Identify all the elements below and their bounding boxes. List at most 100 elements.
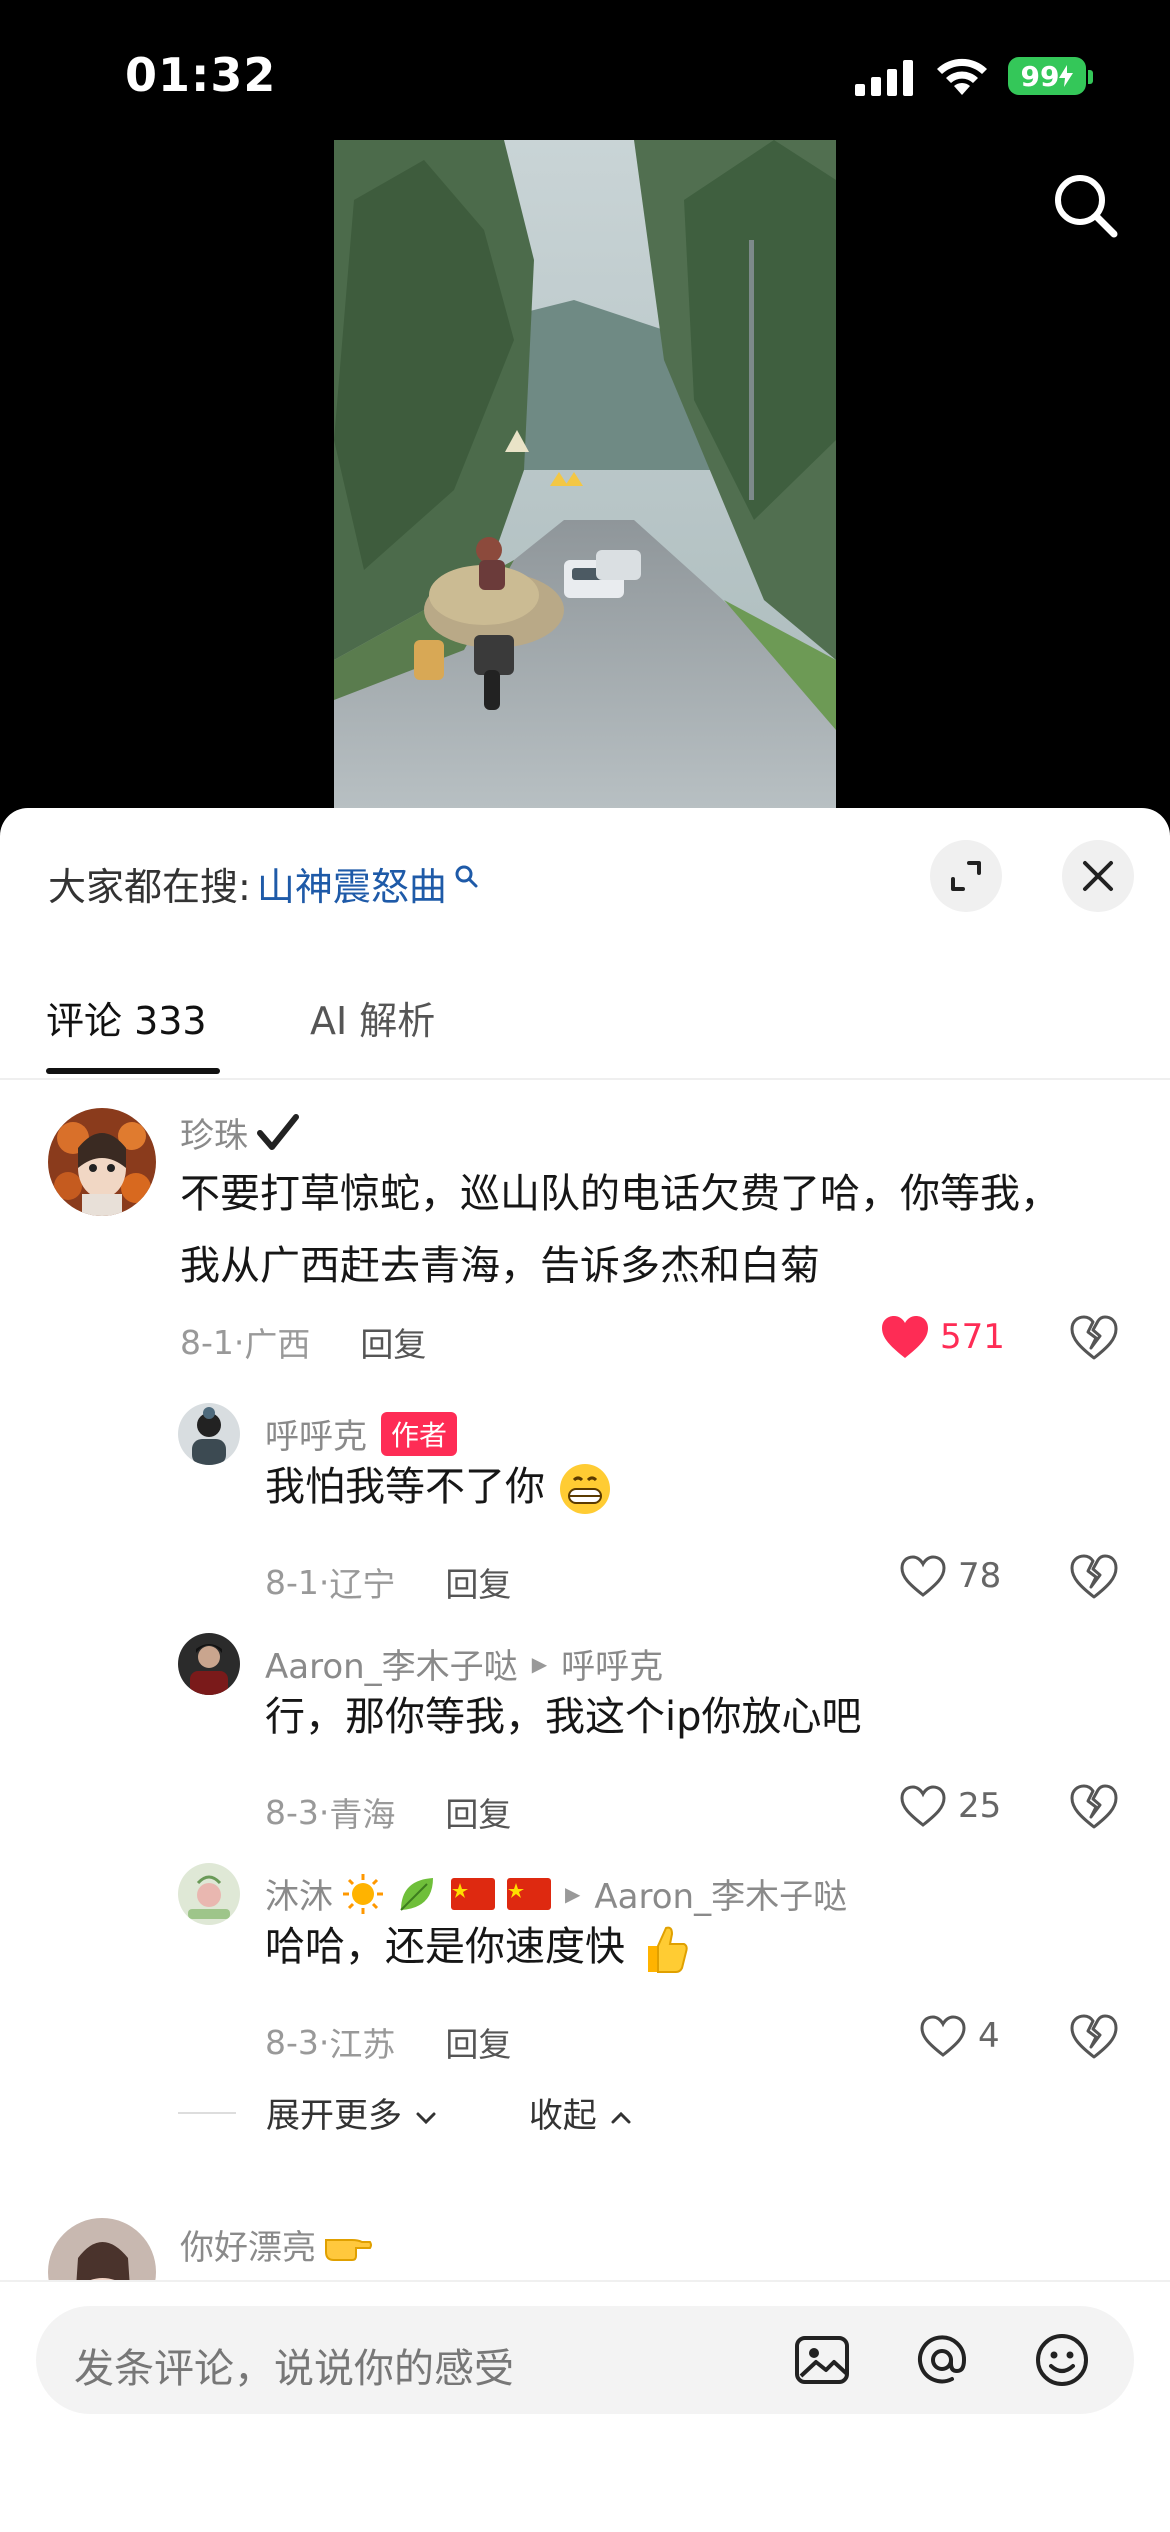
comment-sheet: 大家都在搜: 山神震怒曲 评论 333 AI 解析 珍珠 不要打草惊蛇，巡山队的… bbox=[0, 808, 1170, 2532]
reply-button[interactable]: 回复 bbox=[360, 1318, 426, 1366]
grinning-face-emoji-icon bbox=[559, 1464, 610, 1514]
comment-text: 不要打草惊蛇，巡山队的电话欠费了哈，你等我，我从广西赶去青海，告诉多杰和白菊 bbox=[180, 1171, 1060, 1289]
heart-outline-icon bbox=[900, 1785, 946, 1827]
avatar[interactable] bbox=[178, 1863, 240, 1925]
status-time: 01:32 bbox=[125, 48, 277, 102]
collapse-label: 收起 bbox=[528, 2096, 597, 2136]
china-flag-emoji-icon bbox=[507, 1877, 551, 1910]
reply-location: 江苏 bbox=[329, 2025, 396, 2064]
expand-icon bbox=[951, 861, 981, 891]
checkmark-icon bbox=[257, 1113, 299, 1150]
avatar[interactable] bbox=[178, 1633, 240, 1695]
author-badge: 作者 bbox=[381, 1411, 458, 1456]
like-count: 78 bbox=[958, 1556, 1002, 1596]
avatar-image bbox=[178, 1863, 240, 1925]
cellular-signal-icon bbox=[855, 60, 913, 96]
username-text: 珍珠 bbox=[180, 1116, 248, 1156]
reply-text-content: 哈哈，还是你速度快 bbox=[265, 1924, 625, 1970]
comment-input-placeholder: 发条评论，说说你的感受 bbox=[74, 2346, 514, 2392]
comment-tabs: 评论 333 AI 解析 bbox=[0, 968, 1170, 1080]
leaf-emoji-icon bbox=[400, 1877, 433, 1911]
close-icon bbox=[1083, 861, 1113, 891]
comment-date: 8-1 bbox=[180, 1322, 234, 1362]
expand-more-label: 展开更多 bbox=[266, 2096, 402, 2136]
meta-separator: · bbox=[233, 1322, 245, 1362]
dislike-icon[interactable] bbox=[1068, 1312, 1120, 1364]
like-button[interactable]: 78 bbox=[898, 1553, 1001, 1599]
expand-button[interactable] bbox=[930, 840, 1002, 912]
reply-location: 青海 bbox=[329, 1795, 396, 1834]
like-button[interactable]: 4 bbox=[918, 2013, 1000, 2059]
collapse-button[interactable]: 收起 bbox=[529, 2088, 634, 2137]
reply-date: 8-1 bbox=[265, 1562, 319, 1602]
reply-text: 行，那你等我，我这个ip你放心吧 bbox=[265, 1694, 862, 1740]
comment-location: 广西 bbox=[244, 1325, 311, 1364]
comment-input[interactable]: 发条评论，说说你的感受 bbox=[36, 2306, 1134, 2414]
reply-button[interactable]: 回复 bbox=[445, 1788, 511, 1836]
reply-meta: 8-3 · 江苏 回复 bbox=[265, 2018, 511, 2066]
pointing-hand-emoji-icon bbox=[325, 2238, 372, 2261]
chevron-up-icon bbox=[611, 2111, 631, 2124]
status-bar: 01:32 99 bbox=[0, 0, 1170, 140]
meta-separator: · bbox=[318, 2022, 330, 2062]
comment-username[interactable]: 你好漂亮 bbox=[180, 2220, 372, 2269]
close-button[interactable] bbox=[1062, 840, 1134, 912]
tab-ai-analysis[interactable]: AI 解析 bbox=[310, 990, 435, 1045]
heart-outline-icon bbox=[900, 1555, 946, 1597]
reply-arrow-icon: ▶ bbox=[531, 1651, 548, 1676]
image-icon[interactable] bbox=[792, 2330, 852, 2390]
trending-search-prefix: 大家都在搜: bbox=[48, 865, 251, 909]
reply-button[interactable]: 回复 bbox=[445, 1558, 511, 1606]
avatar[interactable] bbox=[48, 1108, 156, 1216]
dislike-icon[interactable] bbox=[1068, 2011, 1120, 2063]
reply-meta: 8-3 · 青海 回复 bbox=[265, 1788, 511, 1836]
chevron-down-icon bbox=[416, 2112, 436, 2125]
like-count: 25 bbox=[958, 1786, 1002, 1826]
expand-more-button[interactable]: 展开更多 bbox=[266, 2088, 439, 2137]
dislike-icon[interactable] bbox=[1068, 1781, 1120, 1833]
meta-separator: · bbox=[318, 1562, 330, 1602]
trending-search-query[interactable]: 山神震怒曲 bbox=[257, 856, 447, 911]
small-search-icon bbox=[455, 865, 478, 887]
like-button[interactable]: 25 bbox=[898, 1783, 1001, 1829]
reply-date: 8-3 bbox=[265, 1792, 319, 1832]
tab-comments[interactable]: 评论 333 bbox=[46, 990, 207, 1045]
heart-outline-icon bbox=[920, 2015, 966, 2057]
expand-collapse-row: 展开更多 收起 bbox=[178, 2088, 634, 2137]
meta-separator: · bbox=[318, 1792, 330, 1832]
reply-arrow-icon: ▶ bbox=[565, 1881, 581, 1906]
battery-level: 99 bbox=[1020, 59, 1060, 93]
like-count: 571 bbox=[940, 1317, 1005, 1357]
battery-nub bbox=[1088, 70, 1093, 84]
trending-search[interactable]: 大家都在搜: 山神震怒曲 bbox=[48, 856, 479, 911]
like-count: 4 bbox=[978, 2016, 1000, 2056]
video-frame bbox=[334, 140, 836, 810]
comment-meta: 8-1 · 广西 回复 bbox=[180, 1318, 426, 1366]
video-player[interactable] bbox=[334, 140, 836, 810]
sun-emoji-icon bbox=[343, 1873, 383, 1914]
comment-username[interactable]: 珍珠 bbox=[180, 1108, 300, 1157]
wifi-icon bbox=[937, 58, 987, 95]
search-icon[interactable] bbox=[1050, 170, 1120, 240]
avatar-image bbox=[178, 1633, 240, 1695]
mention-icon[interactable] bbox=[912, 2330, 972, 2390]
avatar-image bbox=[48, 1108, 156, 1216]
reply-text-content: 我怕我等不了你 bbox=[265, 1464, 545, 1510]
avatar-image bbox=[178, 1403, 240, 1465]
comment-input-bar: 发条评论，说说你的感受 bbox=[0, 2280, 1170, 2532]
reply-button[interactable]: 回复 bbox=[445, 2018, 511, 2066]
reply-location: 辽宁 bbox=[329, 1565, 396, 1604]
dislike-icon[interactable] bbox=[1068, 1551, 1120, 1603]
avatar[interactable] bbox=[178, 1403, 240, 1465]
reply-meta: 8-1 · 辽宁 回复 bbox=[265, 1558, 511, 1606]
thumbs-up-emoji-icon bbox=[647, 1926, 688, 1973]
username-text: 你好漂亮 bbox=[180, 2228, 316, 2268]
heart-filled-icon bbox=[882, 1316, 928, 1358]
china-flag-emoji-icon bbox=[451, 1877, 495, 1910]
emoji-icon[interactable] bbox=[1032, 2330, 1092, 2390]
battery-indicator: 99 bbox=[1008, 57, 1086, 95]
active-tab-indicator bbox=[46, 1068, 220, 1074]
like-button[interactable]: 571 bbox=[880, 1314, 1005, 1360]
divider-line bbox=[178, 2111, 236, 2114]
reply-date: 8-3 bbox=[265, 2022, 319, 2062]
